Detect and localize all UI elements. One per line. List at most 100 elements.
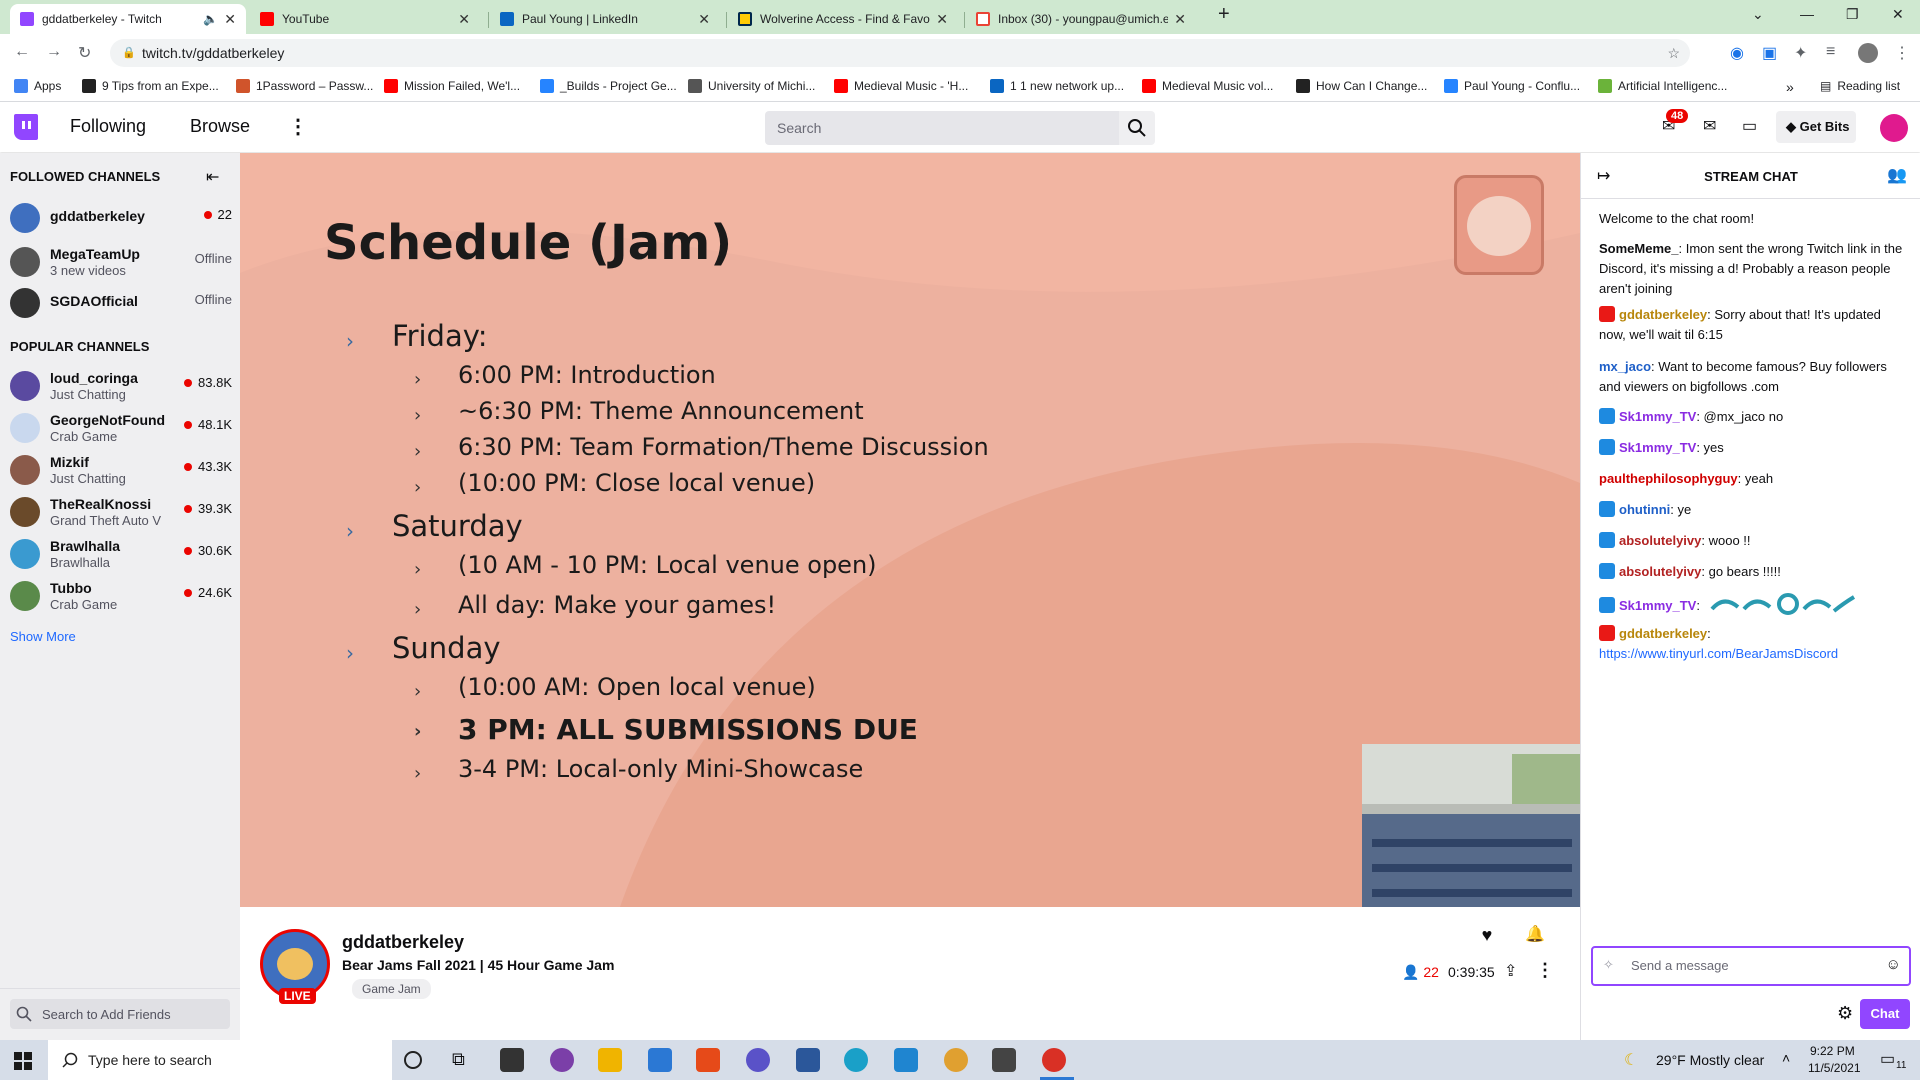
popular-channel[interactable]: Brawlhalla Brawlhalla 30.6K <box>10 535 232 573</box>
tab-youtube[interactable]: YouTube ✕ <box>250 4 480 34</box>
tab-twitch[interactable]: gddatberkeley - Twitch 🔈 ✕ <box>10 4 246 34</box>
share-icon[interactable]: ⇪ <box>1504 961 1517 981</box>
extension-icon[interactable]: ▣ <box>1762 43 1777 63</box>
bookmark-item[interactable]: Medieval Music vol... <box>1142 79 1273 93</box>
popular-channel[interactable]: Mizkif Just Chatting 43.3K <box>10 451 232 489</box>
slack-icon[interactable] <box>944 1048 968 1072</box>
discord-link[interactable]: https://www.tinyurl.com/BearJamsDiscord <box>1599 646 1838 661</box>
user-avatar[interactable] <box>1880 114 1908 142</box>
taskbar-app-icon[interactable] <box>500 1048 524 1072</box>
bookmark-apps[interactable]: Apps <box>14 79 61 93</box>
popular-channel[interactable]: TheRealKnossi Grand Theft Auto V 39.3K <box>10 493 232 531</box>
bookmarks-overflow-icon[interactable]: » <box>1786 79 1794 95</box>
bookmark-item[interactable]: Mission Failed, We'l... <box>384 79 520 93</box>
bookmark-item[interactable]: Artificial Intelligenc... <box>1598 79 1727 93</box>
bookmark-item[interactable]: 9 Tips from an Expe... <box>82 79 219 93</box>
bookmark-item[interactable]: University of Michi... <box>688 79 815 93</box>
search-input[interactable]: Search <box>765 111 1119 145</box>
followed-channel-megateamup[interactable]: MegaTeamUp 3 new videos Offline <box>10 243 232 281</box>
address-bar[interactable]: 🔒 twitch.tv/gddatberkeley ☆ <box>110 39 1690 67</box>
follow-heart-icon[interactable]: ♥ <box>1472 920 1502 950</box>
show-more-link[interactable]: Show More <box>10 629 76 644</box>
chrome-icon[interactable] <box>1042 1048 1066 1072</box>
emote-picker-icon[interactable]: ☺ <box>1886 956 1901 973</box>
tab-search-icon[interactable]: ⌄ <box>1752 6 1764 23</box>
speaker-icon[interactable]: 🔈 <box>203 12 218 26</box>
close-tab-icon[interactable]: ✕ <box>1174 11 1186 28</box>
more-menu-icon[interactable]: ⋮ <box>288 114 308 139</box>
vscode-icon[interactable] <box>894 1048 918 1072</box>
forward-icon[interactable]: → <box>46 43 62 61</box>
notification-bell-icon[interactable]: 🔔 <box>1520 920 1550 950</box>
bookmark-item[interactable]: 1Password – Passw... <box>236 79 373 93</box>
schedule-item: (10:00 AM: Open local venue) <box>458 673 816 701</box>
cortana-icon[interactable] <box>404 1051 422 1069</box>
windows-start-icon[interactable] <box>14 1052 32 1070</box>
clock-time[interactable]: 9:22 PM <box>1810 1044 1855 1058</box>
friends-search-input[interactable]: Search to Add Friends <box>10 999 230 1029</box>
mail-icon[interactable] <box>648 1048 672 1072</box>
popular-channel[interactable]: GeorgeNotFound Crab Game 48.1K <box>10 409 232 447</box>
nav-browse[interactable]: Browse <box>190 116 250 137</box>
twitch-logo-icon[interactable] <box>14 114 38 140</box>
reading-list-button[interactable]: ▤ Reading list <box>1820 79 1900 93</box>
extensions-puzzle-icon[interactable]: ✦ <box>1794 43 1807 63</box>
unity-icon[interactable] <box>992 1048 1016 1072</box>
collapse-sidebar-icon[interactable]: ⇤ <box>206 167 219 187</box>
search-button[interactable] <box>1119 111 1155 145</box>
followed-channel-gddatberkeley[interactable]: gddatberkeley 22 <box>10 199 232 237</box>
word-icon[interactable] <box>796 1048 820 1072</box>
close-tab-icon[interactable]: ✕ <box>458 11 470 28</box>
bookmark-item[interactable]: 1 1 new network up... <box>990 79 1124 93</box>
new-tab-icon[interactable]: + <box>1218 3 1230 26</box>
channel-name[interactable]: gddatberkeley <box>342 932 464 953</box>
bookmark-star-icon[interactable]: ☆ <box>1667 39 1680 67</box>
get-bits-button[interactable]: ◆ Get Bits <box>1776 111 1856 143</box>
close-window-icon[interactable]: ✕ <box>1892 6 1904 23</box>
file-explorer-icon[interactable] <box>598 1048 622 1072</box>
popular-channel[interactable]: Tubbo Crab Game 24.6K <box>10 577 232 615</box>
bookmark-item[interactable]: Medieval Music - 'H... <box>834 79 968 93</box>
media-control-icon[interactable]: ≡ <box>1826 43 1835 61</box>
action-center-icon[interactable]: ▭ <box>1880 1049 1895 1069</box>
edge-icon[interactable] <box>844 1048 868 1072</box>
more-options-icon[interactable]: ⋮ <box>1536 960 1554 981</box>
channel-points-icon[interactable]: ✧ <box>1603 957 1614 973</box>
restore-icon[interactable]: ❐ <box>1846 6 1859 23</box>
followed-channel-sgdaofficial[interactable]: SGDAOfficial Offline <box>10 284 232 322</box>
chat-input[interactable]: ✧ Send a message ☺ <box>1591 946 1911 986</box>
tab-gmail[interactable]: Inbox (30) - youngpau@umich.e ✕ <box>966 4 1196 34</box>
profile-avatar[interactable] <box>1858 43 1878 63</box>
chrome-menu-icon[interactable]: ⋮ <box>1894 43 1910 63</box>
bookmark-item[interactable]: How Can I Change... <box>1296 79 1427 93</box>
minimize-icon[interactable]: — <box>1800 6 1814 22</box>
bookmark-item[interactable]: _Builds - Project Ge... <box>540 79 677 93</box>
tab-linkedin[interactable]: Paul Young | LinkedIn ✕ <box>490 4 720 34</box>
chat-send-button[interactable]: Chat <box>1860 999 1910 1029</box>
popular-channel[interactable]: loud_coringa Just Chatting 83.8K <box>10 367 232 405</box>
tray-chevron-icon[interactable]: ˄ <box>1782 1050 1790 1066</box>
video-player[interactable]: Schedule (Jam) › Friday: › 6:00 PM: Intr… <box>240 153 1580 907</box>
discord-icon[interactable] <box>746 1048 770 1072</box>
github-desktop-icon[interactable] <box>550 1048 574 1072</box>
tab-wolverine-access[interactable]: Wolverine Access - Find & Favori ✕ <box>728 4 958 34</box>
community-icon[interactable]: 👥 <box>1887 165 1907 185</box>
taskbar-search-input[interactable]: Type here to search <box>48 1040 392 1080</box>
notification-count-badge: 48 <box>1666 109 1689 123</box>
inbox-icon[interactable]: ✉ <box>1703 116 1716 136</box>
clock-date[interactable]: 11/5/2021 <box>1808 1061 1861 1075</box>
whispers-icon[interactable]: ▭ <box>1742 116 1757 136</box>
chat-settings-gear-icon[interactable]: ⚙ <box>1837 1003 1853 1024</box>
reload-icon[interactable]: ↻ <box>78 43 91 63</box>
nav-following[interactable]: Following <box>70 116 146 137</box>
task-view-icon[interactable]: ⧉ <box>452 1049 476 1073</box>
close-tab-icon[interactable]: ✕ <box>936 11 948 28</box>
extension-icon[interactable]: ◉ <box>1730 43 1744 63</box>
office-icon[interactable] <box>696 1048 720 1072</box>
tag-game-jam[interactable]: Game Jam <box>352 979 431 999</box>
back-icon[interactable]: ← <box>14 43 30 61</box>
close-tab-icon[interactable]: ✕ <box>698 11 710 28</box>
weather-text[interactable]: 29°F Mostly clear <box>1656 1052 1764 1068</box>
bookmark-item[interactable]: Paul Young - Conflu... <box>1444 79 1580 93</box>
close-tab-icon[interactable]: ✕ <box>224 11 236 28</box>
